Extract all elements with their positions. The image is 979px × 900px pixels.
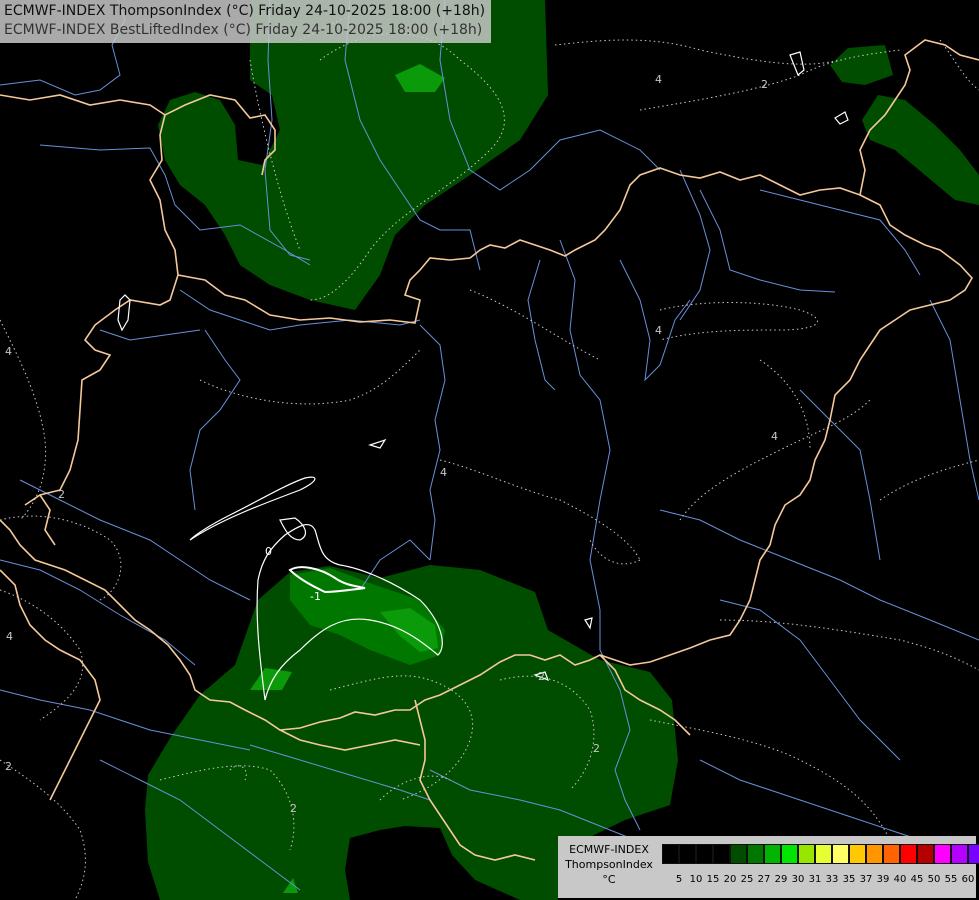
contour-label: 4	[771, 430, 778, 443]
legend-swatch	[883, 844, 900, 864]
legend-parameter-name: ThompsonIndex	[565, 858, 653, 871]
title-thompson-index: ECMWF-INDEX ThompsonIndex (°C) Friday 24…	[4, 3, 486, 19]
legend-tick-label: 25	[740, 874, 754, 885]
contour-label: 4	[6, 630, 13, 643]
legend-tick-label: 10	[689, 874, 703, 885]
legend-ticks: 5 10 15 20 25 27 29 30 31 33 35 37 39 40 45 50 55 60	[662, 874, 976, 888]
legend-unit: °C	[602, 873, 616, 886]
legend-tick-label: 39	[876, 874, 890, 885]
legend-title: ECMWF-INDEX ThompsonIndex °C	[558, 842, 660, 887]
legend-swatch	[968, 844, 979, 864]
contour-label: 4	[655, 73, 662, 86]
legend-tick-label: 15	[706, 874, 720, 885]
legend-tick-label: 35	[842, 874, 856, 885]
legend-swatch	[815, 844, 832, 864]
contour-label: 4	[5, 345, 12, 358]
legend-swatch	[713, 844, 730, 864]
legend-swatch	[951, 844, 968, 864]
legend-swatch	[696, 844, 713, 864]
legend-tick-label: 60	[961, 874, 975, 885]
map-title-box: ECMWF-INDEX ThompsonIndex (°C) Friday 24…	[0, 0, 492, 43]
legend-tick-label: 5	[675, 874, 683, 885]
bli-label-minus1: -1	[310, 590, 321, 603]
title-best-lifted-index: ECMWF-INDEX BestLiftedIndex (°C) Friday …	[4, 22, 483, 38]
legend-swatch	[662, 844, 679, 864]
color-legend: ECMWF-INDEX ThompsonIndex °C 5 10 15 20 25 27…	[558, 836, 979, 898]
legend-swatch	[900, 844, 917, 864]
contour-label: 4	[655, 324, 662, 337]
legend-tick-label: 20	[723, 874, 737, 885]
contour-label: 2	[5, 760, 12, 773]
legend-tick-label: 55	[944, 874, 958, 885]
legend-tick-label: 37	[859, 874, 873, 885]
legend-tick-label: 33	[825, 874, 839, 885]
contour-label: 2	[761, 78, 768, 91]
legend-swatch	[866, 844, 883, 864]
legend-swatch	[917, 844, 934, 864]
contour-label: 2	[58, 488, 65, 501]
legend-tick-label: 27	[757, 874, 771, 885]
legend-tick-label: 45	[910, 874, 924, 885]
contour-label: 4	[440, 466, 447, 479]
legend-swatch	[798, 844, 815, 864]
legend-swatch	[764, 844, 781, 864]
contour-label: 2	[290, 802, 297, 815]
contour-label: 2	[538, 670, 545, 683]
legend-swatch	[934, 844, 951, 864]
legend-swatches	[662, 844, 979, 864]
legend-model-name: ECMWF-INDEX	[569, 843, 649, 856]
contour-label: 2	[593, 742, 600, 755]
legend-swatch	[849, 844, 866, 864]
forecast-map: 4 2 4 4 2 4 4 4 2 2 2 2 0 -1	[0, 0, 979, 900]
legend-tick-label: 30	[791, 874, 805, 885]
legend-tick-label: 40	[893, 874, 907, 885]
legend-tick-label: 50	[927, 874, 941, 885]
legend-swatch	[747, 844, 764, 864]
legend-tick-label: 31	[808, 874, 822, 885]
bli-label-zero: 0	[265, 545, 272, 558]
legend-swatch	[730, 844, 747, 864]
legend-swatch	[781, 844, 798, 864]
legend-swatch	[832, 844, 849, 864]
legend-swatch	[679, 844, 696, 864]
legend-tick-label: 29	[774, 874, 788, 885]
